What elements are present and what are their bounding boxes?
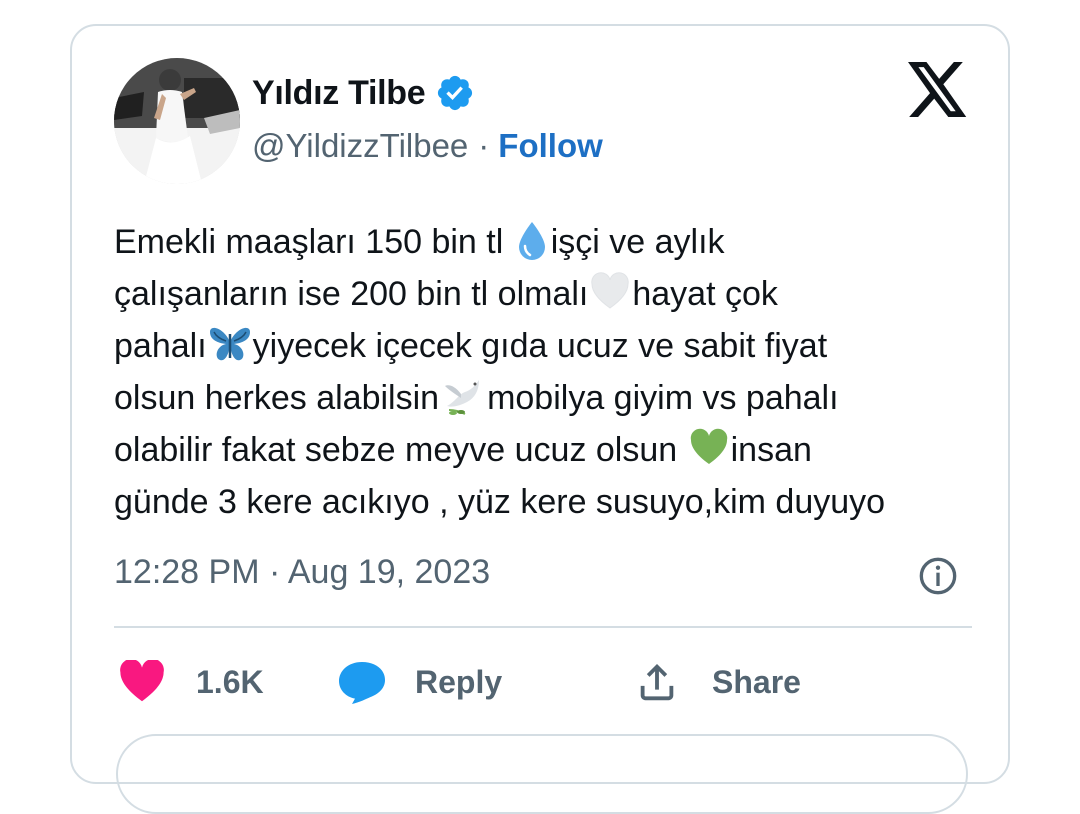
share-label: Share — [712, 663, 801, 700]
tweet-line-4: olsun herkes alabilsin mobilya giyim vs p… — [114, 372, 974, 424]
white-heart-emoji-icon — [591, 272, 630, 309]
tweet-text-segment: Emekli maaşları 150 bin tl — [114, 223, 513, 261]
author-name-row: Yıldız Tilbe — [252, 68, 475, 118]
read-replies-button[interactable] — [116, 734, 968, 814]
tweet-text-segment: çalışanların ise 200 bin tl olmalı — [114, 275, 589, 313]
green-heart-emoji-icon — [690, 428, 727, 464]
heart-icon — [120, 660, 164, 702]
tweet-line-2: çalışanların ise 200 bin tl olmalı hayat … — [114, 268, 974, 320]
tweet-text-segment: mobilya giyim vs pahalı — [487, 379, 839, 417]
tweet-line-6: günde 3 kere acıkıyo , yüz kere susuyo,k… — [114, 476, 974, 528]
tweet-text-segment: insan — [730, 431, 812, 469]
author-display-name[interactable]: Yıldız Tilbe — [252, 74, 426, 113]
divider — [114, 626, 972, 628]
author-handle[interactable]: @YildizzTilbee — [252, 127, 468, 165]
tweet-text: Emekli maaşları 150 bin tl işçi ve aylık… — [114, 216, 974, 528]
author-handle-row: @YildizzTilbee · Follow — [252, 124, 603, 168]
reply-button[interactable]: Reply — [336, 654, 502, 710]
butterfly-emoji-icon — [209, 327, 250, 361]
verified-badge-icon — [438, 75, 473, 111]
tweet-line-5: olabilir fakat sebze meyve ucuz olsun in… — [114, 424, 974, 476]
reply-bubble-icon — [339, 662, 385, 704]
tweet-text-segment: günde 3 kere acıkıyo , yüz kere susuyo,k… — [114, 483, 886, 521]
dove-emoji-icon — [445, 380, 480, 415]
like-button[interactable]: 1.6K — [118, 654, 264, 710]
tweet-text-segment: hayat çok — [632, 275, 778, 313]
info-icon[interactable] — [918, 556, 958, 596]
tweet-actions: 1.6K Reply Share — [118, 654, 978, 710]
like-count: 1.6K — [196, 663, 264, 700]
tweet-text-segment: olsun herkes alabilsin — [114, 379, 440, 417]
droplet-emoji-icon — [518, 222, 545, 260]
tweet-line-1: Emekli maaşları 150 bin tl işçi ve aylık — [114, 216, 974, 268]
tweet-timestamp[interactable]: 12:28 PM · Aug 19, 2023 — [114, 548, 490, 596]
tweet-line-3: pahalı yiyecek içecek gıda ucuz ve sabit … — [114, 320, 974, 372]
tweet-text-segment: pahalı — [114, 327, 207, 365]
avatar-photo-icon — [114, 58, 240, 184]
share-button[interactable]: Share — [634, 654, 801, 710]
share-icon — [640, 663, 674, 701]
separator-dot: · — [478, 127, 490, 164]
avatar[interactable] — [114, 58, 240, 184]
tweet-card[interactable]: Yıldız Tilbe @YildizzTilbee · Follow Eme… — [70, 24, 1010, 814]
tweet-text-segment: olabilir fakat sebze meyve ucuz olsun — [114, 431, 687, 469]
x-logo-icon[interactable] — [907, 62, 969, 118]
follow-link[interactable]: Follow — [498, 127, 602, 165]
tweet-text-segment: yiyecek içecek gıda ucuz ve sabit fiyat — [252, 327, 828, 365]
tweet-text-segment: işçi ve aylık — [550, 223, 725, 261]
reply-label: Reply — [415, 663, 503, 700]
